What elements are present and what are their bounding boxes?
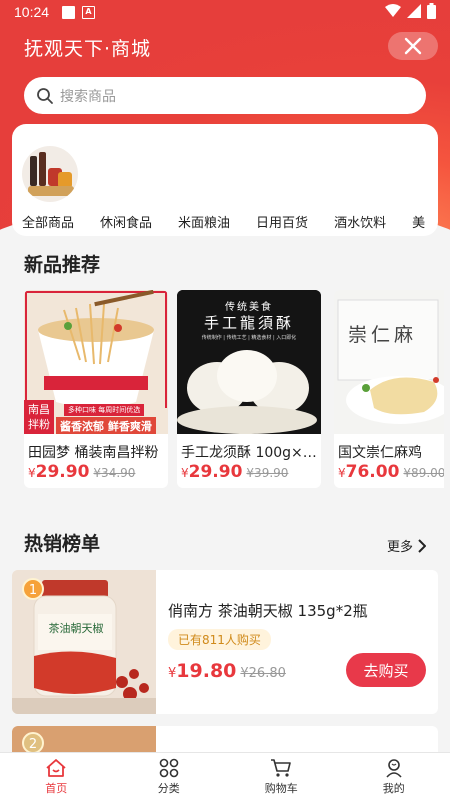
search-icon [37, 87, 53, 104]
more-label: 更多 [386, 540, 413, 555]
tab-category[interactable]: 分类 [113, 753, 226, 800]
new-products-row: 南昌 拌粉 多种口味 每周时间优选 酱香浓郁 鲜香爽滑 田园梦 桶装南昌拌粉 ¥… [24, 290, 444, 490]
category-card: 全部商品 休闲食品 米面粮油 日用百货 酒水饮料 美 [12, 124, 438, 236]
price-currency: ¥ [181, 466, 189, 480]
image-title: 手工龍須酥 [203, 314, 294, 332]
hot-list-title: 热销榜单 [24, 533, 101, 555]
old-price: ¥34.90 [93, 466, 136, 480]
signal-icon [407, 4, 421, 18]
category-drinks[interactable]: 酒水饮料 [334, 212, 386, 231]
hot-item-card[interactable]: 茶油朝天椒 1 俏南方 茶油朝天椒 135g*2瓶 已有811人购买 ¥19.8… [12, 570, 438, 714]
tab-category-label: 分类 [157, 781, 180, 795]
products-image [28, 152, 74, 196]
more-link[interactable]: 更多 [387, 536, 426, 555]
cart-icon [271, 758, 292, 777]
hot-item-name: 俏南方 茶油朝天椒 135g*2瓶 [168, 602, 368, 620]
close-button[interactable] [388, 32, 438, 60]
badge-line-1: 南昌 [28, 403, 50, 416]
category-list: 全部商品 休闲食品 米面粮油 日用百货 酒水饮料 美 [22, 212, 425, 231]
hot-item-price: ¥19.80 ¥26.80 [168, 660, 286, 682]
product-tag: 多种口味 每周时间优选 [64, 404, 145, 416]
old-price: ¥89.00 [403, 466, 444, 480]
tab-home[interactable]: 首页 [0, 753, 113, 800]
price-value: 29.90 [188, 462, 243, 482]
category-beauty[interactable]: 美 [412, 212, 425, 231]
product-name: 手工龙须酥 100g×5盒 [181, 445, 317, 461]
rank-badge: 2 [22, 732, 44, 754]
category-snacks[interactable]: 休闲食品 [100, 212, 152, 231]
price-value: 76.00 [345, 462, 400, 482]
app-title: 抚观天下·商城 [24, 38, 152, 60]
notification-icon [62, 6, 75, 19]
product-card[interactable]: 南昌 拌粉 多种口味 每周时间优选 酱香浓郁 鲜香爽滑 田园梦 桶装南昌拌粉 ¥… [24, 290, 168, 488]
badge-line-2: 拌粉 [28, 418, 50, 431]
product-name: 田园梦 桶装南昌拌粉 [28, 445, 159, 461]
tab-profile[interactable]: 我的 [338, 753, 450, 800]
product-banner: 酱香浓郁 鲜香爽滑 [56, 417, 156, 434]
price-value: 19.80 [176, 660, 237, 682]
category-grain-oil[interactable]: 米面粮油 [178, 212, 230, 231]
product-image: 崇仁麻 [334, 290, 444, 434]
buy-button[interactable]: 去购买 [346, 653, 426, 687]
grid-icon [159, 758, 179, 777]
hot-item-image: 茶油朝天椒 1 [12, 570, 156, 714]
tab-cart[interactable]: 购物车 [225, 753, 338, 800]
rank-badge: 1 [22, 578, 44, 600]
category-all[interactable]: 全部商品 [22, 212, 74, 231]
home-icon [46, 758, 66, 777]
product-card[interactable]: 传统美食 手工龍須酥 传统制作 | 传统工艺 | 精选食材 | 入口即化 手工龙… [177, 290, 321, 488]
chevron-right-icon [418, 538, 426, 553]
jar-label: 茶油朝天椒 [48, 622, 104, 635]
tab-cart-label: 购物车 [264, 781, 298, 795]
search-bar[interactable]: 搜索商品 [24, 77, 426, 114]
user-icon [386, 758, 402, 778]
tab-home-label: 首页 [45, 781, 68, 795]
tab-profile-label: 我的 [382, 781, 405, 795]
app-notification-icon: A [82, 6, 95, 19]
product-price: ¥76.00 ¥89.00 [338, 462, 444, 482]
category-daily-goods[interactable]: 日用百货 [256, 212, 308, 231]
search-placeholder: 搜索商品 [60, 88, 116, 105]
product-price: ¥29.90 ¥34.90 [28, 462, 135, 482]
product-name: 国文崇仁麻鸡 [338, 445, 422, 461]
old-price: ¥26.80 [240, 666, 286, 681]
status-bar: 10:24 A [0, 0, 450, 26]
category-all-image[interactable] [22, 146, 78, 202]
close-icon [404, 37, 422, 55]
wifi-icon [385, 4, 401, 17]
product-badge: 南昌 拌粉 [24, 400, 54, 434]
new-products-title: 新品推荐 [24, 254, 101, 276]
image-caption: 传统制作 | 传统工艺 | 精选食材 | 入口即化 [201, 335, 297, 341]
old-price: ¥39.90 [246, 466, 289, 480]
product-image: 传统美食 手工龍須酥 传统制作 | 传统工艺 | 精选食材 | 入口即化 [177, 290, 321, 434]
status-time: 10:24 [14, 4, 50, 20]
bottom-tab-bar: 首页 分类 购物车 我的 [0, 752, 450, 800]
image-subtitle: 传统美食 [225, 302, 273, 313]
price-currency: ¥ [338, 466, 346, 480]
product-price: ¥29.90 ¥39.90 [181, 462, 288, 482]
sold-count-badge: 已有811人购买 [168, 629, 271, 650]
image-text: 崇仁麻 [348, 324, 418, 346]
battery-icon [427, 3, 436, 19]
product-card[interactable]: 崇仁麻 国文崇仁麻鸡 ¥76.00 ¥89.00 [334, 290, 444, 488]
price-value: 29.90 [35, 462, 90, 482]
product-image: 南昌 拌粉 多种口味 每周时间优选 酱香浓郁 鲜香爽滑 [24, 290, 168, 434]
price-currency: ¥ [28, 466, 36, 480]
